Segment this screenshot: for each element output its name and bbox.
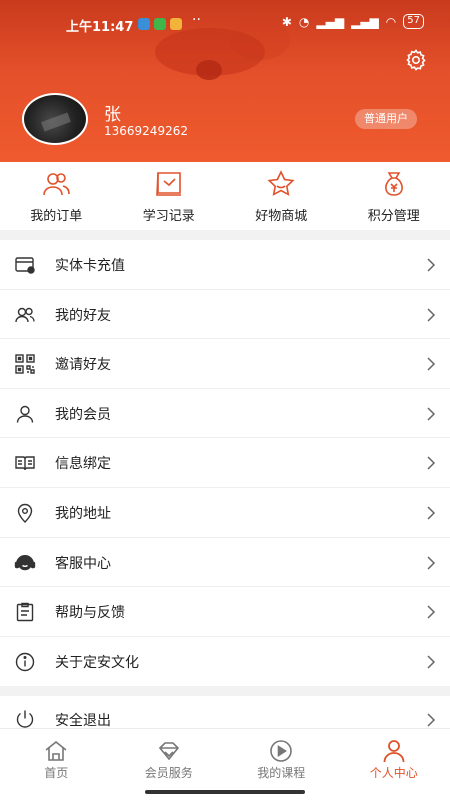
membership-badge: 普通用户 [355,109,417,129]
play-icon [270,740,293,762]
menu-item-label: 实体卡充值 [55,258,125,274]
menu-item-label: 信息绑定 [55,456,111,473]
nav-label: 会员服务 [144,766,193,780]
status-bar: 上午11:47 ·· ✱ ◔ ▂▄▆ ▂▄▆ ◠ 57 [0,0,450,48]
quick-action-label: 积分管理 [367,209,420,224]
battery-icon: 57 [403,14,424,29]
wifi-icon: ◠ [385,14,397,29]
quick-action-learning-record[interactable]: 学习记录 [113,162,226,230]
star-icon [267,170,295,196]
signal-icon: ▂▄▆ [351,14,379,29]
alarm-icon: ◔ [298,14,310,29]
learning-record-icon [155,172,181,196]
diamond-icon [158,742,179,761]
quick-action-label: 学习记录 [142,209,195,224]
menu-item-card-recharge[interactable]: 实体卡充值 [0,240,450,290]
quick-action-shop[interactable]: 好物商城 [225,162,338,230]
menu-item-about[interactable]: 关于定安文化 [0,637,450,687]
chevron-right-icon [427,605,436,619]
menu-item-invite-friends[interactable]: 邀请好友 [0,339,450,389]
chevron-right-icon [427,456,436,470]
menu-item-membership[interactable]: 我的会员 [0,389,450,439]
info-icon [15,652,35,671]
chevron-right-icon [427,407,436,421]
headset-icon [14,554,36,570]
nav-label: 我的课程 [257,766,306,780]
nav-my-courses[interactable]: 我的课程 [225,729,338,784]
people-icon [43,173,71,196]
quick-action-label: 我的订单 [30,209,83,224]
friends-icon [15,307,35,322]
signal-icon: ▂▄▆ [316,14,345,29]
power-icon [16,710,34,728]
chevron-right-icon [427,556,436,570]
menu-item-label: 帮助与反馈 [55,605,125,622]
header-decoration [196,60,222,80]
menu-list: 实体卡充值 我的好友 邀请好友 我的会员 信息绑定 我的地址 客服中心 帮助与反… [0,240,450,687]
app-notification-icon [170,18,182,30]
location-icon [17,503,33,523]
menu-item-label: 安全退出 [55,713,111,729]
home-icon [45,740,67,761]
user-icon [16,405,34,423]
avatar[interactable] [22,93,88,145]
home-indicator[interactable] [145,790,305,794]
menu-item-label: 我的会员 [55,406,111,423]
menu-item-help-feedback[interactable]: 帮助与反馈 [0,587,450,637]
app-notification-icon [138,18,150,30]
person-icon [383,740,405,763]
menu-item-address[interactable]: 我的地址 [0,488,450,538]
user-name: 张 [104,105,121,125]
book-icon [15,456,35,471]
nav-member-services[interactable]: 会员服务 [113,729,226,784]
money-bag-icon [384,172,403,196]
chevron-right-icon [427,713,436,727]
personal-center-page: 上午11:47 ·· ✱ ◔ ▂▄▆ ▂▄▆ ◠ 57 张 1366924926… [0,0,450,800]
nav-personal-center[interactable]: 个人中心 [338,729,450,784]
card-icon [15,257,35,274]
quick-action-orders[interactable]: 我的订单 [0,162,113,230]
nav-home[interactable]: 首页 [0,729,113,784]
menu-item-info-binding[interactable]: 信息绑定 [0,438,450,488]
status-indicators: ✱ ◔ ▂▄▆ ▂▄▆ ◠ 57 [282,14,424,29]
quick-action-points[interactable]: 积分管理 [338,162,450,230]
quick-action-label: 好物商城 [255,209,308,224]
bluetooth-icon: ✱ [281,14,292,29]
user-phone: 13669249262 [104,124,188,138]
menu-item-customer-service[interactable]: 客服中心 [0,538,450,588]
menu-item-label: 关于定安文化 [55,654,139,671]
clipboard-icon [16,602,34,622]
bottom-navigation: 首页 会员服务 我的课程 个人中心 [0,728,450,784]
settings-gear-icon[interactable] [404,48,428,72]
menu-item-friends[interactable]: 我的好友 [0,290,450,340]
chevron-right-icon [427,506,436,520]
quick-actions-row: 我的订单 学习记录 好物商城 积分管理 [0,162,450,230]
chevron-right-icon [427,308,436,322]
menu-item-label: 邀请好友 [55,357,111,374]
profile-header: 上午11:47 ·· ✱ ◔ ▂▄▆ ▂▄▆ ◠ 57 张 1366924926… [0,0,450,162]
more-dots-icon: ·· [192,12,201,28]
menu-item-label: 客服中心 [55,555,111,572]
qrcode-icon [15,354,35,374]
menu-item-label: 我的地址 [55,505,111,522]
nav-label: 首页 [44,766,69,780]
chevron-right-icon [427,655,436,669]
status-time: 上午11:47 [66,20,134,35]
wechat-icon [154,18,166,30]
menu-item-label: 我的好友 [55,307,111,324]
chevron-right-icon [427,258,436,272]
chevron-right-icon [427,357,436,371]
nav-label: 个人中心 [369,766,418,780]
